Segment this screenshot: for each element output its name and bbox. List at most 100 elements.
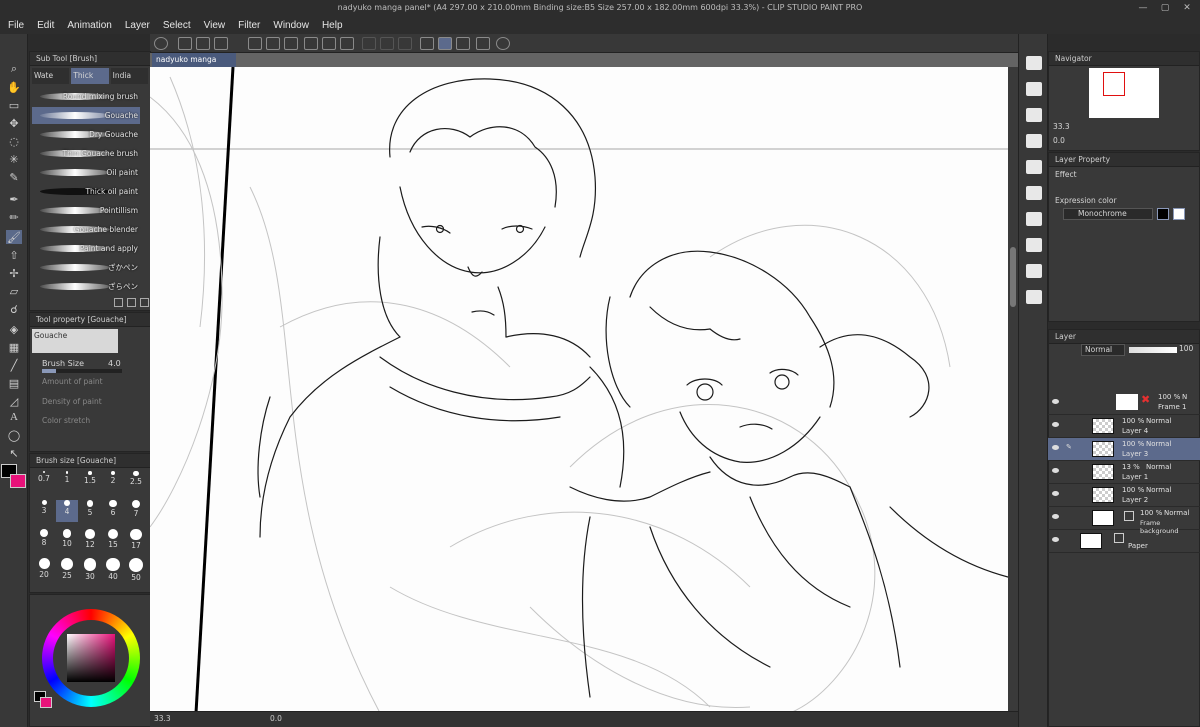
brush-item[interactable]: ざかペン xyxy=(32,259,140,276)
fill-icon[interactable] xyxy=(322,37,336,50)
save-icon[interactable] xyxy=(214,37,228,50)
airbrush-icon[interactable]: ⇧ xyxy=(6,248,22,262)
transform-icon[interactable] xyxy=(340,37,354,50)
eye-icon[interactable] xyxy=(1052,514,1059,519)
eraser-icon[interactable]: ▱ xyxy=(6,284,22,298)
selection-border-icon[interactable] xyxy=(398,37,412,50)
eye-icon[interactable] xyxy=(1052,537,1059,542)
correct-line-icon[interactable]: ↖ xyxy=(6,446,22,460)
auto-select-icon[interactable]: ✳ xyxy=(6,152,22,166)
restore-button[interactable]: ▢ xyxy=(1156,0,1174,16)
brush-item[interactable]: Pointillism xyxy=(32,202,140,219)
canvas-tab[interactable]: nadyuko manga panel* xyxy=(152,53,236,78)
layer-row[interactable]: ✎ 100 % Normal Layer 3 xyxy=(1048,438,1200,461)
snap-special-ruler-icon[interactable] xyxy=(438,37,452,50)
redo-icon[interactable] xyxy=(266,37,280,50)
vertical-scrollbar[interactable] xyxy=(1008,67,1018,713)
menu-help[interactable]: Help xyxy=(322,20,343,31)
size-cell[interactable]: 6 xyxy=(102,500,124,522)
size-cell[interactable]: 10 xyxy=(56,529,78,551)
pencil-icon[interactable]: ✏ xyxy=(6,210,22,224)
saturation-value-square[interactable] xyxy=(67,634,115,682)
open-folder-icon[interactable] xyxy=(196,37,210,50)
operation-icon[interactable]: ▭ xyxy=(6,98,22,112)
blend-icon[interactable]: ☌ xyxy=(6,302,22,316)
layer-row[interactable]: 13 % Normal Layer 1 xyxy=(1048,461,1200,484)
new-subtool-icon[interactable] xyxy=(114,298,123,307)
settings-icon[interactable] xyxy=(496,37,510,50)
menu-view[interactable]: View xyxy=(204,20,226,31)
new-file-icon[interactable] xyxy=(178,37,192,50)
material-icon[interactable] xyxy=(1026,238,1042,252)
brush-item[interactable]: Gouache blender xyxy=(32,221,140,238)
eye-icon[interactable] xyxy=(1052,468,1059,473)
invert-selection-icon[interactable] xyxy=(380,37,394,50)
layer-row[interactable]: 100 % Normal Frame background xyxy=(1048,507,1200,535)
undo-icon[interactable] xyxy=(248,37,262,50)
navigator-view-frame[interactable] xyxy=(1103,72,1125,96)
snap-grid-icon[interactable] xyxy=(456,37,470,50)
size-cell[interactable]: 50 xyxy=(125,558,147,582)
brush-item[interactable]: ざらペン xyxy=(32,278,140,295)
material-icon[interactable] xyxy=(1026,264,1042,278)
material-icon[interactable] xyxy=(1026,290,1042,304)
blend-mode-select[interactable]: Normal xyxy=(1081,344,1125,356)
size-cell[interactable]: 15 xyxy=(102,529,124,551)
balloon-icon[interactable]: ◯ xyxy=(6,428,22,442)
brush-item[interactable]: Thick oil paint xyxy=(32,183,140,200)
size-cell[interactable]: 2.5 xyxy=(125,471,147,493)
pen-icon[interactable]: ✒ xyxy=(6,192,22,206)
brush-item[interactable]: Dry Gouache xyxy=(32,126,140,143)
size-cell[interactable]: 0.7 xyxy=(33,471,55,493)
size-cell[interactable]: 5 xyxy=(79,500,101,522)
size-cell[interactable]: 30 xyxy=(79,558,101,581)
hand-icon[interactable]: ✋ xyxy=(6,80,22,94)
menu-window[interactable]: Window xyxy=(273,20,309,31)
material-icon[interactable] xyxy=(1026,82,1042,96)
subtool-tab-watercolor[interactable]: Wate xyxy=(32,68,70,84)
sub-color-swatch[interactable] xyxy=(10,474,26,488)
menu-layer[interactable]: Layer xyxy=(125,20,150,31)
figure-icon[interactable]: ╱ xyxy=(6,358,22,372)
lasso-icon[interactable]: ◌ xyxy=(6,134,22,148)
copy-subtool-icon[interactable] xyxy=(127,298,136,307)
eyedropper-icon[interactable]: ✎ xyxy=(6,170,22,184)
gradient-icon[interactable]: ▦ xyxy=(6,340,22,354)
layer-row[interactable]: 100 % Normal Layer 4 xyxy=(1048,415,1200,438)
size-cell[interactable]: 2 xyxy=(102,471,124,493)
size-cell[interactable]: 40 xyxy=(102,558,124,581)
eye-icon[interactable] xyxy=(1052,422,1059,427)
status-zoom[interactable]: 33.3 xyxy=(154,714,171,723)
material-icon[interactable] xyxy=(1026,186,1042,200)
brush-item[interactable]: Round mixing brush xyxy=(32,88,140,105)
size-cell[interactable]: 1 xyxy=(56,471,78,493)
size-cell[interactable]: 12 xyxy=(79,529,101,551)
eye-icon[interactable] xyxy=(1052,445,1059,450)
zoom-icon[interactable]: ⌕ xyxy=(6,62,22,76)
menu-filter[interactable]: Filter xyxy=(238,20,260,31)
navigator-zoom[interactable]: 33.3 xyxy=(1053,122,1070,131)
material-icon[interactable] xyxy=(1026,134,1042,148)
move-layer-icon[interactable]: ✥ xyxy=(6,116,22,130)
clip-studio-icon[interactable] xyxy=(154,37,168,50)
layer-row-paper[interactable]: Paper xyxy=(1048,530,1200,553)
navigator-preview[interactable] xyxy=(1089,68,1159,118)
material-icon[interactable] xyxy=(1026,160,1042,174)
brush-size-slider[interactable] xyxy=(42,369,122,373)
menu-file[interactable]: File xyxy=(8,20,24,31)
navigator-angle[interactable]: 0.0 xyxy=(1053,136,1065,145)
menu-animation[interactable]: Animation xyxy=(67,20,111,31)
wheel-sub-color[interactable] xyxy=(40,697,52,708)
decoration-icon[interactable]: ✢ xyxy=(6,266,22,280)
canvas-paper[interactable] xyxy=(150,67,1008,713)
opacity-slider[interactable] xyxy=(1129,347,1177,353)
delete-subtool-icon[interactable] xyxy=(140,298,149,307)
size-cell[interactable]: 7 xyxy=(125,500,147,522)
mobile-icon[interactable] xyxy=(476,37,490,50)
vertical-scroll-thumb[interactable] xyxy=(1010,247,1016,307)
subtool-tab-thick[interactable]: Thick xyxy=(71,68,109,84)
opacity-value[interactable]: 100 xyxy=(1179,344,1193,353)
status-angle[interactable]: 0.0 xyxy=(270,714,282,723)
size-cell[interactable]: 25 xyxy=(56,558,78,580)
material-icon[interactable] xyxy=(1026,212,1042,226)
